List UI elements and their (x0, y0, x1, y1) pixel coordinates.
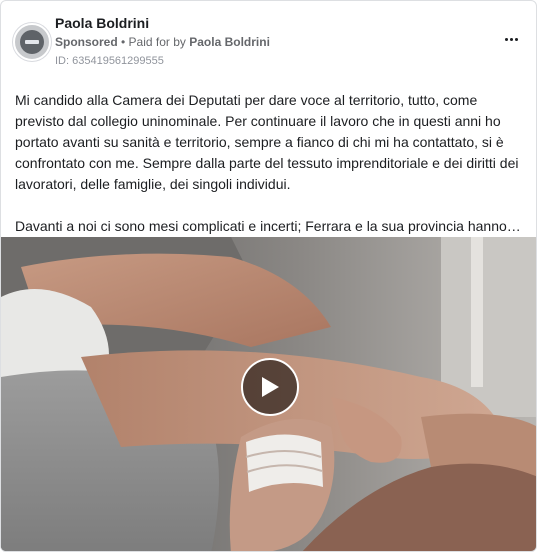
post-header: Paola Boldrini Sponsored • Paid for by P… (13, 11, 524, 73)
more-dot (509, 37, 513, 41)
body-paragraph-2: Davanti a noi ci sono mesi complicati e … (15, 218, 521, 234)
payer-name: Paola Boldrini (189, 35, 270, 49)
more-dot (514, 37, 518, 41)
sponsored-line: Sponsored • Paid for by Paola Boldrini (55, 35, 270, 49)
sponsored-label: Sponsored (55, 35, 118, 49)
ad-card: Paola Boldrini Sponsored • Paid for by P… (0, 0, 537, 552)
separator: • (117, 35, 129, 49)
avatar-inner (20, 30, 44, 54)
body-paragraph-1: Mi candido alla Camera dei Deputati per … (15, 92, 519, 192)
avatar-icon[interactable] (13, 23, 51, 61)
video-player[interactable] (1, 237, 536, 551)
avatar-bar (25, 40, 39, 44)
play-button[interactable] (241, 358, 299, 416)
more-dot (504, 37, 508, 41)
more-options-icon[interactable] (498, 31, 524, 47)
paid-for-label: Paid for by (128, 35, 190, 49)
post-body: Mi candido alla Camera dei Deputati per … (15, 90, 527, 237)
ad-id: ID: 635419561299555 (55, 55, 164, 67)
play-icon (262, 377, 279, 397)
page-name[interactable]: Paola Boldrini (55, 15, 149, 31)
